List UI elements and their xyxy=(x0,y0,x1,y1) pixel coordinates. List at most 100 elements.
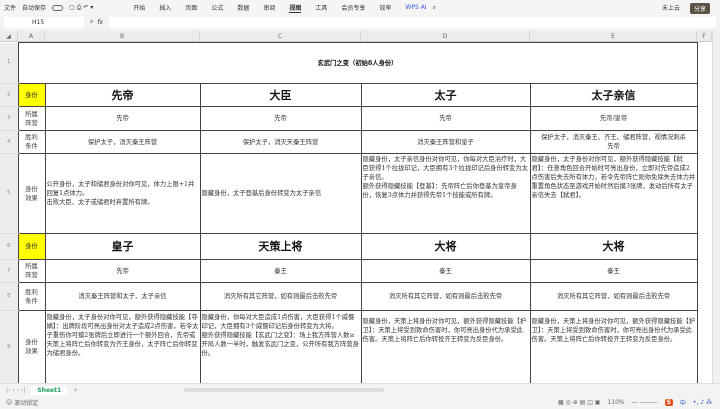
role-name[interactable]: 大将 xyxy=(360,233,531,260)
row-header[interactable]: 8 xyxy=(0,282,18,311)
wps-ai-button[interactable]: WPS AI xyxy=(405,4,426,11)
row-header[interactable]: 6 xyxy=(0,233,18,260)
row-header[interactable]: 7 xyxy=(0,259,18,283)
formula-bar: H15 ⌕ fx xyxy=(0,16,720,28)
file-menu[interactable]: 文件 xyxy=(4,3,16,12)
ime-mode[interactable]: 中 xyxy=(680,398,686,407)
menu-review[interactable]: 审阅 xyxy=(263,3,275,12)
victory-label[interactable]: 胜利 条件 xyxy=(17,282,46,311)
role-victory[interactable]: 消灭秦王阵营和皇子 xyxy=(360,130,531,154)
role-victory[interactable]: 消灭所有其它阵营，如有则最后击败先帝 xyxy=(360,282,531,311)
cell[interactable] xyxy=(696,83,713,107)
quick-tools-icon[interactable]: ▢ ⎙ ↶ ▾ xyxy=(69,4,93,12)
identity-label[interactable]: 身份 xyxy=(17,233,46,260)
autosave-toggle[interactable] xyxy=(52,4,64,11)
zoom-icon[interactable]: ⌕ xyxy=(90,18,93,26)
faction-label[interactable]: 所属 阵营 xyxy=(17,106,46,131)
role-faction[interactable]: 先帝 xyxy=(360,106,531,131)
select-all[interactable]: ◢ xyxy=(0,31,18,41)
ime-tools-icon[interactable]: •, ♪ ⁂ xyxy=(693,399,712,406)
cell[interactable] xyxy=(696,130,713,154)
view-mode-icons[interactable]: ▦ ◎ ⊕ ▤ ◫ ▣ xyxy=(558,399,600,406)
role-name[interactable]: 天策上将 xyxy=(199,233,362,260)
formula-input[interactable] xyxy=(109,16,716,28)
role-effect[interactable]: 隐藏身份，你每对大臣造成1点伤害，大臣获得1个威慑印记，大臣拥有3个威慑印记后身… xyxy=(199,310,362,384)
effect-label[interactable]: 身份 效果 xyxy=(17,153,46,234)
row-header[interactable]: 3 xyxy=(0,106,18,131)
role-faction[interactable]: 秦王 xyxy=(529,259,698,283)
cell[interactable] xyxy=(696,282,713,311)
effect-label[interactable]: 身份 效果 xyxy=(17,310,46,384)
row-header[interactable]: 5 xyxy=(0,153,18,234)
menu-member[interactable]: 会员专享 xyxy=(341,3,365,12)
tab-nav-arrows-icon[interactable]: |‹ ‹ › ›| xyxy=(6,387,25,394)
col-header-b[interactable]: B xyxy=(45,31,200,41)
role-faction[interactable]: 先帝/皇帝 xyxy=(529,106,698,131)
role-effect[interactable]: 隐藏身份，天策上将身份对你可见，额外获得隐藏技能【护卫】：天策上将受到致命伤害时… xyxy=(529,310,698,384)
role-victory[interactable]: 消灭所有其它阵营，如有则最后击败先帝 xyxy=(529,282,698,311)
col-header-e[interactable]: E xyxy=(530,31,697,41)
zoom-slider[interactable]: — ——— xyxy=(632,399,658,406)
col-header-d[interactable]: D xyxy=(361,31,530,41)
cell[interactable] xyxy=(696,153,713,234)
cell[interactable] xyxy=(696,310,713,384)
menu-view[interactable]: 视图 xyxy=(289,3,302,13)
role-faction[interactable]: 先帝 xyxy=(199,106,362,131)
name-box[interactable]: H15 xyxy=(4,16,84,28)
role-effect[interactable]: 公开身份，太子和储君身份对你可见，体力上限+1并回复1点体力。 击败大臣、太子或… xyxy=(44,153,201,234)
role-name[interactable]: 皇子 xyxy=(44,233,201,260)
role-effect[interactable]: 隐藏身份，太子登基后身份转变为太子亲信 xyxy=(199,153,362,234)
role-name[interactable]: 大将 xyxy=(529,233,698,260)
cell[interactable] xyxy=(696,259,713,283)
role-effect[interactable]: 隐藏身份，太子身份对你可见，额外获得隐藏技能【弑君】：任意角色回合开始时可亮出身… xyxy=(529,153,698,234)
fx-icon[interactable]: fx xyxy=(97,19,103,26)
col-header-c[interactable]: C xyxy=(200,31,361,41)
faction-label[interactable]: 所属 阵营 xyxy=(17,259,46,283)
menu-page[interactable]: 页面 xyxy=(185,3,197,12)
role-victory[interactable]: 保护太子，消灭秦王阵营 xyxy=(44,130,201,154)
role-victory[interactable]: 消灭秦王阵营和太子、太子亲信 xyxy=(44,282,201,311)
zoom-level[interactable]: 110% xyxy=(607,399,624,406)
role-faction[interactable]: 先帝 xyxy=(44,259,201,283)
role-faction[interactable]: 先帝 xyxy=(44,106,201,131)
add-sheet-button[interactable]: + xyxy=(73,387,78,394)
role-effect[interactable]: 隐藏身份，太子亲信身份对你可见，你每对大臣治疗时，大臣获得1个拉拢印记，大臣拥有… xyxy=(360,153,531,234)
role-effect[interactable]: 隐藏身份，太子身份对你可见，额外获得隐藏技能【夺嫡】：出牌阶段可亮出身份对太子造… xyxy=(44,310,201,384)
role-victory[interactable]: 消灭所有其它阵营，如有则最后击败先帝 xyxy=(199,282,362,311)
role-name[interactable]: 先帝 xyxy=(44,83,201,107)
search-icon[interactable]: ⌕ xyxy=(433,4,436,12)
menu-efficiency[interactable]: 效率 xyxy=(379,3,391,12)
identity-label[interactable]: 身份 xyxy=(17,83,46,107)
role-victory[interactable]: 保护太子，消灭天秦王阵营 xyxy=(199,130,362,154)
cell[interactable] xyxy=(696,233,713,260)
role-victory[interactable]: 保护太子，消灭秦王、齐王、储君阵营，视情况刺杀先帝 xyxy=(529,130,698,154)
cell[interactable] xyxy=(696,42,713,84)
menu-start[interactable]: 开始 xyxy=(133,3,145,12)
row-header[interactable]: 1 xyxy=(0,42,18,84)
horizontal-scrollbar[interactable] xyxy=(184,388,385,392)
sheet-tab-sheet1[interactable]: Sheet1 xyxy=(31,385,68,395)
sheet-title[interactable]: 玄武门之变（初始8人身份） xyxy=(17,42,698,84)
cloud-status[interactable]: 未上云 xyxy=(662,3,680,12)
victory-label[interactable]: 胜利 条件 xyxy=(17,130,46,154)
role-name[interactable]: 大臣 xyxy=(199,83,362,107)
col-header-f[interactable]: F xyxy=(697,31,712,41)
share-button[interactable]: 分享 xyxy=(689,3,710,14)
cell[interactable] xyxy=(696,106,713,131)
menu-data[interactable]: 数据 xyxy=(237,3,249,12)
menu-formula[interactable]: 公式 xyxy=(211,3,223,12)
row-header[interactable]: 2 xyxy=(0,83,18,107)
role-effect[interactable]: 隐藏身份，天策上将身份对你可见，额外获得隐藏技能【护卫】：天策上将受到致命伤害时… xyxy=(360,310,531,384)
menu-insert[interactable]: 插入 xyxy=(159,3,171,12)
row-header[interactable]: 9 xyxy=(0,310,18,384)
menu-bar: 文件 自动保存 ▢ ⎙ ↶ ▾ 开始 插入 页面 公式 数据 审阅 视图 工具 … xyxy=(0,0,720,15)
vertical-scrollbar[interactable] xyxy=(712,31,720,383)
role-name[interactable]: 太子 xyxy=(360,83,531,107)
row-header[interactable]: 4 xyxy=(0,130,18,154)
menu-tools[interactable]: 工具 xyxy=(315,3,327,12)
role-name[interactable]: 太子亲信 xyxy=(529,83,698,107)
role-faction[interactable]: 秦王 xyxy=(199,259,362,283)
sogou-ime-icon[interactable]: S xyxy=(664,399,673,406)
col-header-a[interactable]: A xyxy=(18,31,45,41)
role-faction[interactable]: 秦王 xyxy=(360,259,531,283)
